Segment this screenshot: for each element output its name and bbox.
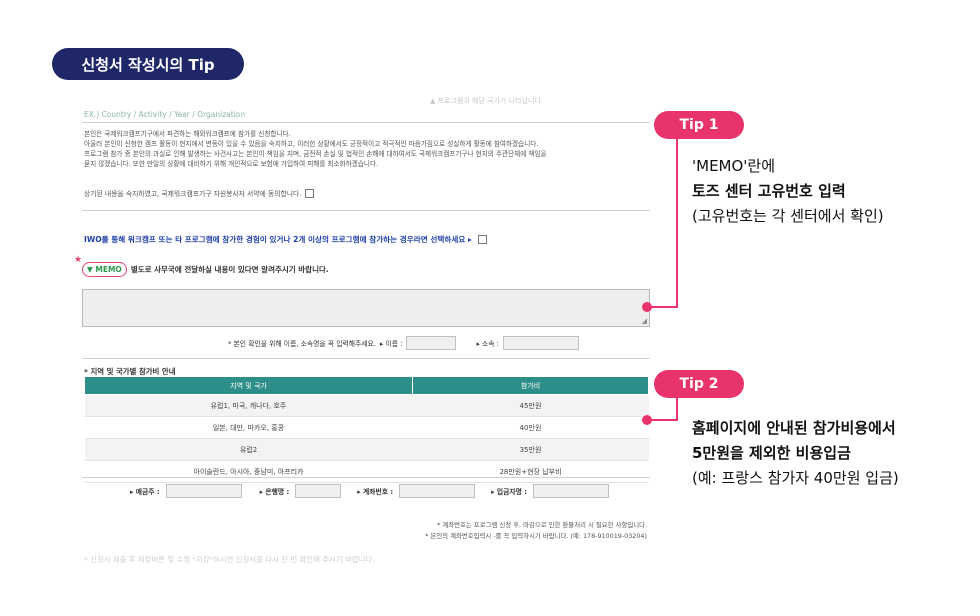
page-title-pill: 신청서 작성시의 Tip [52, 48, 244, 80]
tip-2-line: 홈페이지에 안내된 참가비용에서 [692, 419, 896, 437]
faded-top-note: ▲ 프로그램과 해당 국가가 나타납니다 [430, 97, 541, 105]
table-row: 유럽1, 미국, 캐나다, 호주 45만원 [84, 394, 649, 417]
resize-handle-icon[interactable]: ◢ [642, 317, 647, 325]
fee-cell: 40만원 [412, 416, 649, 439]
org-label: ▸ 소속 : [476, 340, 499, 348]
agree-checkbox[interactable] [305, 188, 315, 198]
depositor-label: ▸ 예금주 : [130, 488, 160, 496]
fee-table: 지역 및 국가 참가비 유럽1, 미국, 캐나다, 호주 45만원 일본, 대만… [84, 376, 649, 483]
name-label: ▸ 이름 : [379, 340, 403, 348]
divider [82, 210, 650, 211]
example-text: EX.) Country / Activity / Year / Organiz… [84, 110, 246, 119]
depositor-input[interactable] [165, 484, 242, 498]
pledge-paragraph: 본인은 국제워크캠프기구에서 파견하는 해외워크캠프에 참가를 신청합니다. 아… [84, 129, 649, 169]
tip-1-line: (고유번호는 각 센터에서 확인) [692, 207, 884, 225]
fee-cell: 35만원 [412, 438, 649, 461]
application-form: ▲ 프로그램과 해당 국가가 나타납니다 EX.) Country / Acti… [74, 96, 655, 566]
agree-text: 상기된 내용을 숙지하였고, 국제워크캠프기구 자원봉사자 서약에 동의합니다. [84, 190, 302, 198]
region-cell: 유럽2 [84, 438, 413, 461]
account-input[interactable] [399, 484, 476, 498]
account-label: ▸ 계좌번호 : [357, 488, 394, 496]
header-region: 지역 및 국가 [84, 376, 413, 395]
iwo-experience-checkbox[interactable] [477, 235, 487, 244]
tip-1-connector-vertical [676, 139, 678, 307]
note-line: * 계좌번호는 프로그램 신청 후, 마감으로 인한 환불처리 시 필요한 사항… [437, 521, 647, 529]
tip-2-connector-horizontal [650, 419, 678, 421]
tip-1-text: 'MEMO'란에 토즈 센터 고유번호 입력 (고유번호는 각 센터에서 확인) [692, 154, 884, 229]
region-cell: 아이슬란드, 아시아, 중남미, 아프리카 [84, 460, 413, 483]
example-line: EX.) Country / Activity / Year / Organiz… [84, 110, 245, 119]
tip-2-line: 5만원을 제외한 비용입금 [692, 444, 851, 462]
memo-tag-wrap: ★ ▼ MEMO [74, 255, 127, 277]
payment-row: ▸ 예금주 : ▸ 은행명 : ▸ 계좌번호 : ▸ 입금자명 : [130, 484, 609, 498]
depositor-name-label: ▸ 입금자명 : [491, 488, 527, 496]
pledge-line: 본인은 국제워크캠프기구에서 파견하는 해외워크캠프에 참가를 신청합니다. [84, 130, 291, 138]
name-input[interactable] [406, 336, 457, 350]
tip-2-text: 홈페이지에 안내된 참가비용에서 5만원을 제외한 비용입금 (예: 프랑스 참… [692, 416, 899, 491]
tip-1-connector-horizontal [650, 306, 678, 308]
pledge-line: 묻지 않겠습니다. 또한 만일의 상황에 대비하기 위해 개인적으로 보험에 가… [84, 160, 379, 168]
tip-1-line: 토즈 센터 고유번호 입력 [692, 182, 846, 200]
memo-label: 별도로 사무국에 전달하실 내용이 있다면 알려주시기 바랍니다. [130, 265, 329, 274]
star-icon: ★ [74, 255, 83, 265]
note-line: * 본인의 계좌번호입력시 -를 꼭 입력하시기 바랍니다. (예: 178-9… [425, 532, 647, 540]
divider [82, 122, 650, 123]
tip-1-badge: Tip 1 [654, 111, 744, 139]
tip-2-marker-dot [642, 415, 652, 425]
bank-input[interactable] [295, 484, 342, 498]
bank-label: ▸ 은행명 : [259, 488, 290, 496]
identity-hint: * 본인 확인을 위해 이름, 소속명을 꼭 입력해주세요. [228, 340, 376, 348]
iwo-experience-text: IWO를 통해 워크캠프 또는 타 프로그램에 참가한 경험이 있거나 2개 이… [84, 235, 472, 244]
tip-2-line: (예: 프랑스 참가자 40만원 입금) [692, 469, 899, 487]
table-row: 아이슬란드, 아시아, 중남미, 아프리카 28만원+현장 납부비 [84, 460, 649, 483]
identity-row: * 본인 확인을 위해 이름, 소속명을 꼭 입력해주세요. ▸ 이름 : ▸ … [228, 336, 579, 350]
divider [82, 358, 650, 359]
agree-row: 상기된 내용을 숙지하였고, 국제워크캠프기구 자원봉사자 서약에 동의합니다. [84, 188, 315, 198]
header-fee: 참가비 [412, 376, 649, 395]
fee-cell: 28만원+현장 납부비 [412, 460, 649, 483]
account-notes: * 계좌번호는 프로그램 신청 후, 마감으로 인한 환불처리 시 필요한 사항… [425, 520, 647, 542]
table-row: 유럽2 35만원 [84, 438, 649, 461]
faded-bottom-note: * 신청서 제출 후 저장버튼 및 수정 "저장"하시면 신청서를 다시 한 번… [84, 555, 375, 564]
iwo-experience-row: IWO를 통해 워크캠프 또는 타 프로그램에 참가한 경험이 있거나 2개 이… [84, 234, 487, 245]
divider [82, 477, 650, 478]
region-cell: 유럽1, 미국, 캐나다, 호주 [84, 394, 413, 417]
fee-table-header: 지역 및 국가 참가비 [84, 376, 649, 395]
depositor-name-input[interactable] [533, 484, 609, 498]
memo-textarea[interactable]: ◢ [82, 289, 650, 327]
memo-row: ★ ▼ MEMO 별도로 사무국에 전달하실 내용이 있다면 알려주시기 바랍니… [74, 255, 329, 277]
pledge-line: 프로그램 참가 중 본인의 과실로 인해 발생하는 사건사고는 본인이 책임을 … [84, 150, 547, 158]
fee-cell: 45만원 [412, 394, 649, 417]
region-cell: 일본, 대만, 마카오, 홍콩 [84, 416, 413, 439]
tip-2-connector-vertical [676, 398, 678, 420]
table-row: 일본, 대만, 마카오, 홍콩 40만원 [84, 416, 649, 439]
tip-1-marker-dot [642, 302, 652, 312]
memo-tag: ▼ MEMO [82, 262, 127, 277]
tip-2-badge: Tip 2 [654, 370, 744, 398]
pledge-line: 아울러 본인이 신청한 캠프 활동이 현지에서 변동이 있을 수 있음을 숙지하… [84, 140, 539, 148]
tip-1-line: 'MEMO'란에 [692, 157, 776, 175]
org-input[interactable] [502, 336, 579, 350]
